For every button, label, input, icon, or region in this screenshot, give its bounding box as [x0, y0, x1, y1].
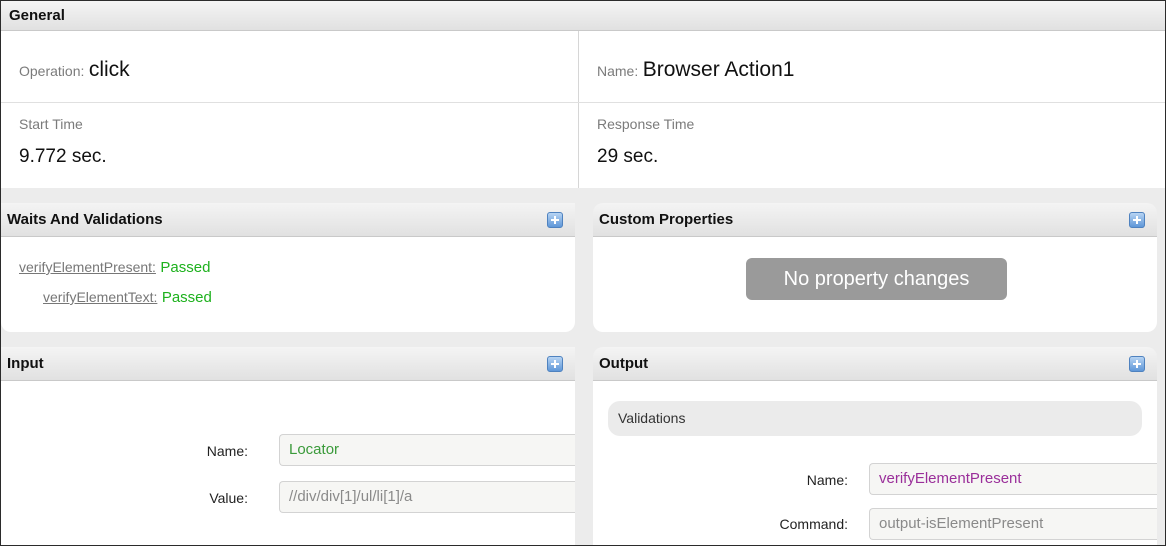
- response-time-value: 29 sec.: [597, 146, 659, 167]
- general-divider: [578, 31, 579, 188]
- general-row-divider: [1, 102, 1165, 103]
- plus-square-icon[interactable]: [1129, 356, 1145, 372]
- name-label: Name:: [597, 63, 639, 79]
- name-field: Name: Browser Action1: [597, 58, 794, 82]
- output-name-field[interactable]: verifyElementPresent: [869, 463, 1157, 495]
- response-time-label: Response Time: [597, 116, 695, 132]
- output-command-label: Command:: [779, 516, 848, 532]
- validations-group[interactable]: Validations: [608, 401, 1142, 436]
- name-value: Browser Action1: [642, 58, 795, 81]
- input-name-label: Name:: [206, 443, 248, 459]
- validation-item: verifyElementPresent: Passed: [19, 259, 210, 277]
- validation-item: verifyElementText: Passed: [43, 289, 212, 307]
- operation-field: Operation: click: [19, 58, 130, 82]
- validation-status: Passed: [160, 259, 211, 276]
- output-header: Output: [593, 347, 1157, 381]
- plus-square-icon[interactable]: [1129, 212, 1145, 228]
- start-time-label: Start Time: [19, 116, 83, 132]
- input-title: Input: [7, 355, 44, 372]
- waits-panel: [1, 237, 575, 332]
- input-value-field[interactable]: //div/div[1]/ul/li[1]/a: [279, 481, 575, 513]
- waits-header: Waits And Validations: [1, 203, 575, 237]
- plus-square-icon[interactable]: [547, 356, 563, 372]
- custom-properties-header: Custom Properties: [593, 203, 1157, 237]
- custom-properties-title: Custom Properties: [599, 211, 734, 228]
- plus-square-icon[interactable]: [547, 212, 563, 228]
- start-time-value: 9.772 sec.: [19, 146, 107, 167]
- operation-value: click: [88, 58, 130, 81]
- validation-link[interactable]: verifyElementText:: [43, 289, 157, 305]
- validation-link[interactable]: verifyElementPresent:: [19, 259, 156, 275]
- no-property-changes-badge: No property changes: [746, 258, 1007, 300]
- output-title: Output: [599, 355, 649, 372]
- general-header: General: [1, 1, 1165, 31]
- waits-title: Waits And Validations: [7, 211, 163, 228]
- validation-status: Passed: [161, 289, 212, 306]
- output-command-field[interactable]: output-isElementPresent: [869, 508, 1157, 540]
- input-value-label: Value:: [209, 490, 248, 506]
- operation-label: Operation:: [19, 63, 85, 79]
- output-name-label: Name:: [806, 472, 848, 488]
- input-header: Input: [1, 347, 575, 381]
- general-panel: [1, 31, 1165, 188]
- input-name-field[interactable]: Locator: [279, 434, 575, 466]
